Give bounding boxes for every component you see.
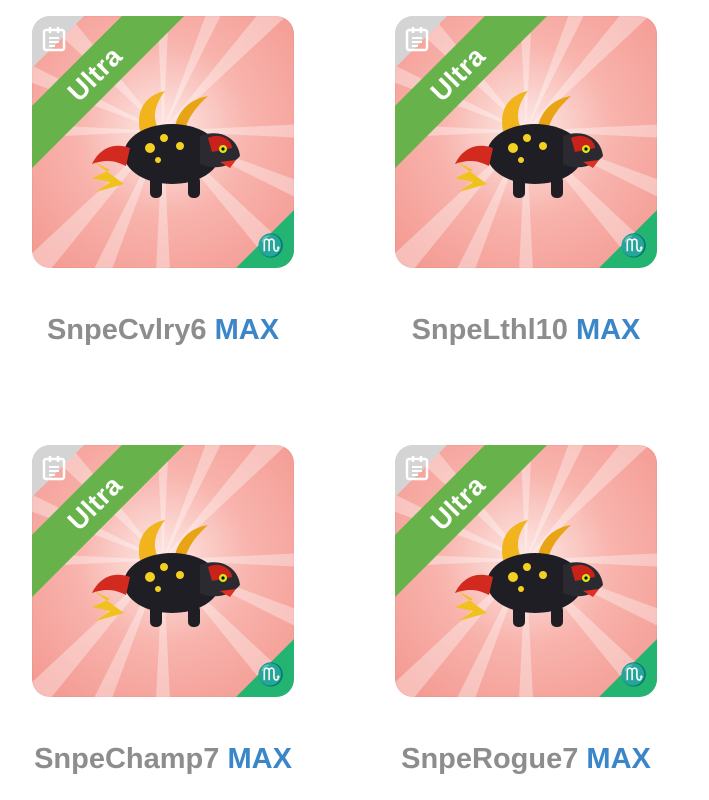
monster-name-label: SnpeCvlry6 MAX — [0, 314, 333, 347]
monster-card[interactable]: Ultra ♏ — [32, 16, 294, 268]
notepad-icon — [42, 27, 66, 52]
monster-name: SnpeChamp7 — [34, 743, 220, 775]
scorpio-icon: ♏ — [620, 233, 648, 258]
notepad-icon — [405, 27, 429, 52]
monster-image — [455, 91, 603, 198]
scorpio-icon: ♏ — [257, 233, 285, 258]
monster-image — [92, 91, 240, 198]
monster-name: SnpeCvlry6 — [46, 314, 207, 346]
monster-name: SnpeRogue7 — [401, 743, 579, 775]
level-badge: MAX — [214, 314, 280, 346]
monster-name-label: SnpeChamp7 MAX — [0, 743, 333, 776]
monster-name-label: SnpeRogue7 MAX — [356, 743, 696, 776]
scorpio-icon: ♏ — [620, 662, 648, 687]
notepad-icon — [42, 456, 66, 481]
monster-image — [455, 520, 603, 627]
notepad-icon — [405, 456, 429, 481]
level-badge: MAX — [575, 314, 641, 346]
level-badge: MAX — [227, 743, 292, 775]
monster-card[interactable]: Ultra ♏ — [32, 445, 294, 697]
monster-image — [92, 520, 240, 627]
level-badge: MAX — [586, 743, 651, 775]
monster-name-label: SnpeLthl10 MAX — [356, 314, 696, 347]
monster-card[interactable]: Ultra ♏ — [395, 16, 657, 268]
monster-card[interactable]: Ultra ♏ — [395, 445, 657, 697]
scorpio-icon: ♏ — [257, 662, 285, 687]
monster-name: SnpeLthl10 — [411, 314, 568, 346]
